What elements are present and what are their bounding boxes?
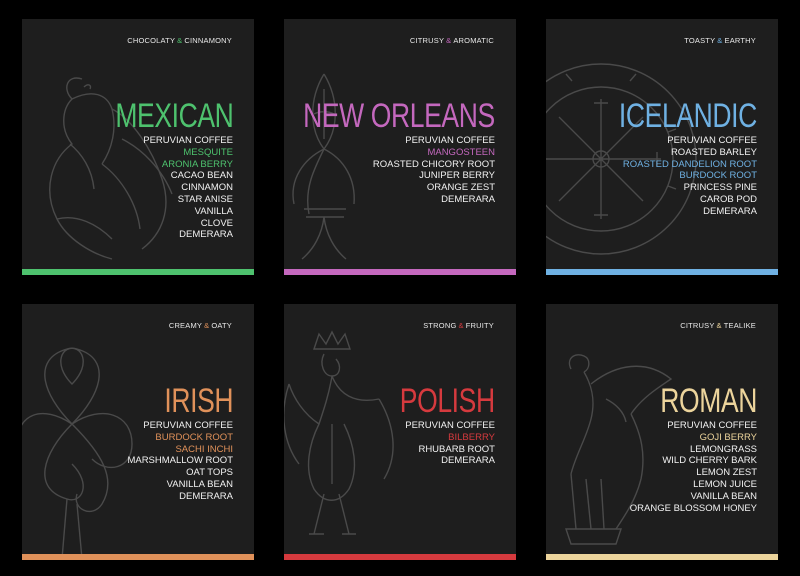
ingredient: DEMERARA (441, 455, 495, 467)
card-polish[interactable]: STRONG & FRUITY POLISH PERUVIAN COFFEE BIL… (284, 304, 516, 560)
ingredient: MANGOSTEEN (427, 146, 495, 158)
accent-bar (284, 554, 516, 560)
tagline: CITRUSY & AROMATIC (409, 36, 494, 45)
ingredient-list: PERUVIAN COFFEE GOJI BERRY LEMONGRASS WI… (630, 420, 757, 514)
ingredient: PERUVIAN COFFEE (405, 135, 495, 146)
accent-bar (546, 269, 778, 275)
card-title: ICELANDIC (619, 97, 757, 135)
card-title: POLISH (400, 382, 495, 420)
ingredient: PERUVIAN COFFEE (405, 420, 495, 431)
card-irish[interactable]: CREAMY & OATY IRISH PERUVIAN COFFEE BURDOC… (22, 304, 254, 560)
tagline: CHOCOLATY & CINNAMONY (127, 36, 232, 45)
ingredient: PRINCESS PINE (683, 182, 757, 194)
ingredient: CLOVE (200, 217, 233, 229)
ingredient-list: PERUVIAN COFFEE MESQUITE ARONIA BERRY CA… (143, 135, 233, 241)
accent-bar (546, 554, 778, 560)
ingredient: OAT TOPS (186, 467, 233, 479)
ingredient: RHUBARB ROOT (418, 443, 495, 455)
card-title: NEW ORLEANS (303, 97, 495, 135)
ingredient: PERUVIAN COFFEE (667, 135, 757, 146)
card-title: IRISH (164, 382, 233, 420)
ingredient: ORANGE ZEST (426, 182, 495, 194)
ingredient: BURDOCK ROOT (679, 170, 757, 182)
ingredient: VANILLA (194, 205, 233, 217)
ingredient-list: PERUVIAN COFFEE BILBERRY RHUBARB ROOT DE… (405, 420, 495, 467)
ingredient-list: PERUVIAN COFFEE BURDOCK ROOT SACHI INCHI… (127, 420, 233, 503)
ingredient: BILBERRY (448, 431, 495, 443)
ingredient: ROASTED CHICORY ROOT (372, 158, 495, 170)
ingredient: MARSHMALLOW ROOT (127, 455, 233, 467)
ingredient: DEMERARA (179, 229, 233, 241)
ingredient: DEMERARA (441, 193, 495, 205)
ingredient: DEMERARA (703, 205, 757, 217)
accent-bar (284, 269, 516, 275)
ingredient: ROASTED DANDELION ROOT (622, 158, 757, 170)
tagline: CITRUSY & TEALIKE (680, 321, 756, 330)
card-title: ROMAN (660, 382, 757, 420)
tagline: CREAMY & OATY (168, 321, 232, 330)
ingredient: GOJI BERRY (699, 431, 757, 443)
ingredient: LEMON ZEST (696, 467, 757, 479)
card-mexican[interactable]: CHOCOLATY & CINNAMONY MEXICAN PERUVIAN COF… (22, 19, 254, 275)
ingredient: PERUVIAN COFFEE (143, 135, 233, 146)
tagline: STRONG & FRUITY (423, 321, 494, 330)
ingredient: CAROB POD (699, 193, 757, 205)
ingredient: ARONIA BERRY (161, 158, 233, 170)
ingredient: LEMON JUICE (693, 478, 757, 490)
ingredient: PERUVIAN COFFEE (143, 420, 233, 431)
ingredient: CINNAMON (181, 182, 233, 194)
ingredient: PERUVIAN COFFEE (667, 420, 757, 431)
ingredient: LEMONGRASS (689, 443, 757, 455)
ingredient: BURDOCK ROOT (155, 431, 233, 443)
ingredient: CACAO BEAN (170, 170, 233, 182)
ingredient: WILD CHERRY BARK (662, 455, 757, 467)
card-new-orleans[interactable]: CITRUSY & AROMATIC NEW ORLEANS PERUVIAN CO… (284, 19, 516, 275)
tagline: TOASTY & EARTHY (684, 36, 756, 45)
ingredient: MESQUITE (183, 146, 233, 158)
accent-bar (22, 269, 254, 275)
ingredient: SACHI INCHI (175, 443, 233, 455)
ingredient-list: PERUVIAN COFFEE MANGOSTEEN ROASTED CHICO… (373, 135, 495, 206)
card-title: MEXICAN (114, 97, 234, 135)
accent-bar (22, 554, 254, 560)
ingredient: VANILLA BEAN (690, 490, 757, 502)
ingredient: VANILLA BEAN (166, 478, 233, 490)
ingredient: DEMERARA (179, 490, 233, 502)
ingredient: STAR ANISE (177, 193, 233, 205)
card-roman[interactable]: CITRUSY & TEALIKE ROMAN PERUVIAN COFFEE GO… (546, 304, 778, 560)
ingredient: ROASTED BARLEY (670, 146, 757, 158)
ingredient: JUNIPER BERRY (419, 170, 495, 182)
ingredient: ORANGE BLOSSOM HONEY (629, 502, 757, 514)
ingredient-list: PERUVIAN COFFEE ROASTED BARLEY ROASTED D… (623, 135, 757, 218)
card-icelandic[interactable]: TOASTY & EARTHY ICELANDIC PERUVIAN COFFEE … (546, 19, 778, 275)
